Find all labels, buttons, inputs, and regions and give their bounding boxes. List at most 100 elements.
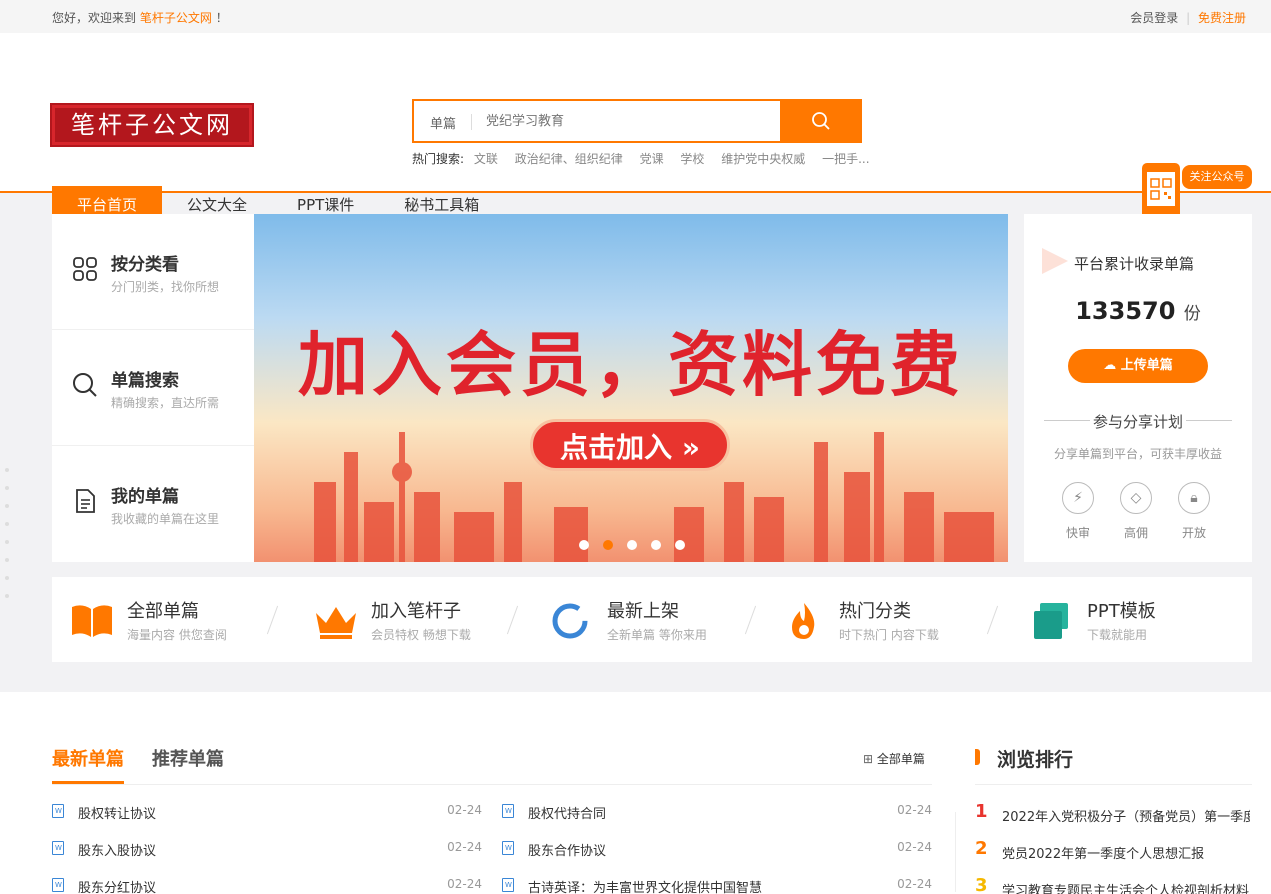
- document-list-right: 股权代持合同 02-24 股东合作协议 02-24 古诗英译：为丰富世界文化提供…: [502, 802, 932, 894]
- search-input[interactable]: [486, 109, 776, 133]
- share-plan-desc: 分享单篇到平台，可获丰厚收益: [1053, 447, 1222, 461]
- site-name-link[interactable]: 笔杆子公文网: [140, 11, 212, 25]
- search-button[interactable]: [780, 99, 862, 143]
- category-divider: [744, 605, 757, 635]
- carousel-dot[interactable]: [675, 540, 685, 550]
- search-icon: [812, 112, 830, 130]
- category-title: 热门分类: [839, 601, 911, 622]
- tab-recommended[interactable]: 推荐单篇: [152, 745, 224, 784]
- site-logo[interactable]: 笔杆子公文网: [50, 103, 254, 147]
- category-divider: [986, 605, 999, 635]
- list-item-date: 02-24: [897, 803, 932, 817]
- follow-official-account-tag[interactable]: 关注公众号: [1182, 165, 1252, 189]
- ring-icon: [552, 603, 588, 639]
- decorative-dots: [5, 468, 11, 612]
- single-search[interactable]: 单篇搜索 精确搜索，直达所需: [52, 330, 254, 446]
- ranking-item[interactable]: 1 2022年入党积极分子（预备党员）第一季度...: [975, 801, 1252, 841]
- carousel-dot-active[interactable]: [603, 540, 613, 550]
- login-link[interactable]: 会员登录: [1130, 11, 1178, 25]
- word-doc-icon: [52, 841, 64, 855]
- promo-banner[interactable]: 加入会员，资料免费 点击加入 »: [254, 214, 1008, 562]
- document-list-left: 股权转让协议 02-24 股东入股协议 02-24 股东分红协议 02-24: [52, 802, 482, 894]
- hot-keyword[interactable]: 维护党中央权威: [721, 152, 805, 166]
- carousel-dot[interactable]: [627, 540, 637, 550]
- list-item-title: 股权代持合同: [528, 807, 607, 822]
- feature-label: 高佣: [1123, 526, 1148, 540]
- column-divider: [955, 812, 956, 892]
- qr-code-icon: [1147, 172, 1175, 206]
- all-documents-link[interactable]: ⊞ 全部单篇: [863, 750, 925, 767]
- document-icon: [76, 489, 95, 513]
- ranking-item[interactable]: 3 学习教育专题民主生活会个人检视剖析材料(...: [975, 875, 1252, 894]
- carousel-dot[interactable]: [579, 540, 589, 550]
- upload-document-button[interactable]: ☁ 上传单篇: [1068, 349, 1208, 383]
- category-subtitle: 海量内容 供您查阅: [127, 628, 227, 642]
- hot-keyword[interactable]: 文联: [474, 152, 498, 166]
- category-subtitle: 下载就能用: [1087, 628, 1148, 642]
- all-documents-label: 全部单篇: [876, 752, 925, 766]
- login-links: 会员登录 | 免费注册: [1130, 9, 1246, 26]
- feature-high-commission: ◇ 高佣: [1120, 482, 1152, 541]
- word-doc-icon: [52, 804, 64, 818]
- list-item-date: 02-24: [447, 877, 482, 891]
- carousel-dot[interactable]: [651, 540, 661, 550]
- category-subtitle: 会员特权 畅想下载: [371, 628, 471, 642]
- ranking-list: 1 2022年入党积极分子（预备党员）第一季度... 2 党员2022年第一季度…: [975, 801, 1252, 894]
- play-arrow-icon: [1042, 248, 1068, 274]
- list-item-title: 股东合作协议: [528, 844, 607, 859]
- welcome-text: 您好，欢迎来到 笔杆子公文网 ！: [52, 9, 228, 26]
- category-title: 最新上架: [607, 601, 679, 622]
- crown-icon: [316, 607, 356, 639]
- list-item[interactable]: 股权代持合同 02-24: [502, 802, 932, 839]
- count-value: 133570: [1075, 297, 1176, 325]
- browse-by-category[interactable]: 按分类看 分门别类，找你所想: [52, 214, 254, 330]
- item-title: 我的单篇: [111, 487, 179, 507]
- item-title: 按分类看: [111, 255, 179, 275]
- cloud-upload-icon: ☁: [1103, 358, 1121, 373]
- item-subtitle: 我收藏的单篇在这里: [111, 512, 220, 526]
- rank-number: 3: [975, 875, 988, 894]
- count-unit: 份: [1183, 304, 1201, 324]
- hot-keyword[interactable]: 党课: [640, 152, 664, 166]
- category-subtitle: 全新单篇 等你来用: [607, 628, 707, 642]
- phone-qr-icon[interactable]: [1142, 163, 1180, 221]
- welcome-suffix: ！: [215, 11, 228, 25]
- list-item[interactable]: 股东合作协议 02-24: [502, 839, 932, 876]
- list-item-title: 股权转让协议: [78, 807, 157, 822]
- list-item-date: 02-24: [897, 840, 932, 854]
- hot-keyword[interactable]: 一把手...: [822, 152, 869, 166]
- list-item[interactable]: 股东分红协议 02-24: [52, 876, 482, 894]
- my-documents[interactable]: 我的单篇 我收藏的单篇在这里: [52, 446, 254, 562]
- document-tabs: 最新单篇 推荐单篇: [52, 745, 252, 784]
- item-subtitle: 精确搜索，直达所需: [111, 396, 220, 410]
- hot-keyword[interactable]: 学校: [680, 152, 704, 166]
- tab-latest[interactable]: 最新单篇: [52, 745, 124, 784]
- word-doc-icon: [502, 804, 514, 818]
- category-title: 全部单篇: [127, 601, 199, 622]
- header: 笔杆子公文网 单篇 热门搜索: 文联 政治纪律、组织纪律 党课 学校 维护党中央…: [0, 33, 1271, 224]
- list-item[interactable]: 股权转让协议 02-24: [52, 802, 482, 839]
- word-doc-icon: [52, 878, 64, 892]
- lock-icon: 🔒︎: [1178, 482, 1210, 514]
- word-doc-icon: [502, 878, 514, 892]
- register-link[interactable]: 免费注册: [1198, 11, 1246, 25]
- stats-panel: 平台累计收录单篇 133570 份 ☁ 上传单篇 参与分享计划 分享单篇到平台，…: [1024, 214, 1252, 562]
- join-now-button[interactable]: 点击加入 »: [530, 419, 730, 471]
- slides-icon: [1034, 603, 1068, 639]
- rank-number: 2: [975, 838, 988, 859]
- search-type-select[interactable]: 单篇: [430, 113, 456, 132]
- category-title: 加入笔杆子: [371, 601, 461, 622]
- search-box: 单篇: [412, 99, 862, 143]
- list-item-date: 02-24: [897, 877, 932, 891]
- list-item[interactable]: 股东入股协议 02-24: [52, 839, 482, 876]
- total-documents-label: 平台累计收录单篇: [1074, 255, 1195, 273]
- carousel-dots: [579, 540, 685, 550]
- category-subtitle: 时下热门 内容下载: [839, 628, 939, 642]
- share-plan-title: 参与分享计划: [1092, 413, 1183, 431]
- hot-keyword[interactable]: 政治纪律、组织纪律: [515, 152, 623, 166]
- category-title: PPT模板: [1087, 601, 1156, 622]
- document-lists-section: 最新单篇 推荐单篇 ⊞ 全部单篇 股权转让协议 02-24 股东入股协议 02-…: [0, 692, 1271, 894]
- lightning-icon: ⚡: [1062, 482, 1094, 514]
- list-item[interactable]: 古诗英译：为丰富世界文化提供中国智慧 02-24: [502, 876, 932, 894]
- ranking-item[interactable]: 2 党员2022年第一季度个人思想汇报: [975, 838, 1252, 878]
